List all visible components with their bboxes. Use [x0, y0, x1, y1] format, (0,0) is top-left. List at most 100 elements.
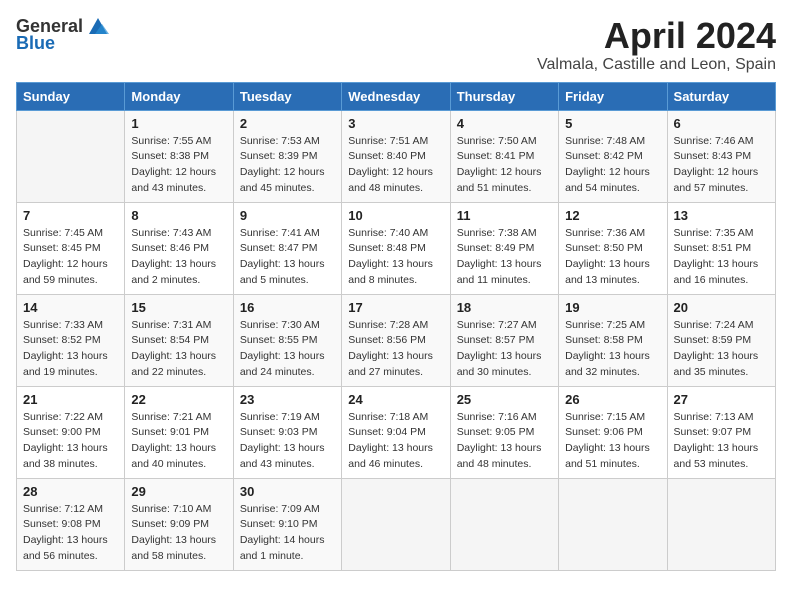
calendar-cell: 8 Sunrise: 7:43 AM Sunset: 8:46 PM Daylig…	[125, 202, 233, 294]
day-number: 15	[131, 300, 226, 315]
weekday-row: SundayMondayTuesdayWednesdayThursdayFrid…	[17, 82, 776, 110]
calendar-cell	[559, 478, 667, 570]
logo-icon	[87, 16, 109, 38]
weekday-header-monday: Monday	[125, 82, 233, 110]
calendar-cell: 23Sunrise: 7:19 AM Sunset: 9:03 PM Dayli…	[233, 386, 341, 478]
calendar-table: SundayMondayTuesdayWednesdayThursdayFrid…	[16, 82, 776, 571]
day-info: Sunrise: 7:21 AM Sunset: 9:01 PM Dayligh…	[131, 410, 226, 473]
day-number: 24	[348, 392, 443, 407]
calendar-week-row: 28 Sunrise: 7:12 AM Sunset: 9:08 PM Dayli…	[17, 478, 776, 570]
calendar-cell: 16 Sunrise: 7:30 AM Sunset: 8:55 PM Dayli…	[233, 294, 341, 386]
day-info: Sunrise: 7:16 AM Sunset: 9:05 PM Dayligh…	[457, 410, 552, 473]
day-info: Sunrise: 7:33 AM Sunset: 8:52 PM Dayligh…	[23, 318, 118, 381]
day-info: Sunrise: 7:18 AM Sunset: 9:04 PM Dayligh…	[348, 410, 443, 473]
day-number: 3	[348, 116, 443, 131]
calendar-title: April 2024	[537, 16, 776, 56]
day-info: Sunrise: 7:38 AM Sunset: 8:49 PM Dayligh…	[457, 226, 552, 289]
day-number: 27	[674, 392, 769, 407]
day-number: 13	[674, 208, 769, 223]
day-info: Sunrise: 7:25 AM Sunset: 8:58 PM Dayligh…	[565, 318, 660, 381]
day-number: 29	[131, 484, 226, 499]
calendar-cell: 20 Sunrise: 7:24 AM Sunset: 8:59 PM Dayli…	[667, 294, 775, 386]
calendar-subtitle: Valmala, Castille and Leon, Spain	[537, 56, 776, 74]
calendar-cell: 11 Sunrise: 7:38 AM Sunset: 8:49 PM Dayli…	[450, 202, 558, 294]
calendar-cell: 25 Sunrise: 7:16 AM Sunset: 9:05 PM Dayli…	[450, 386, 558, 478]
calendar-cell: 30 Sunrise: 7:09 AM Sunset: 9:10 PM Dayli…	[233, 478, 341, 570]
day-number: 5	[565, 116, 660, 131]
day-info: Sunrise: 7:48 AM Sunset: 8:42 PM Dayligh…	[565, 134, 660, 197]
day-info: Sunrise: 7:19 AM Sunset: 9:03 PM Dayligh…	[240, 410, 335, 473]
day-info: Sunrise: 7:31 AM Sunset: 8:54 PM Dayligh…	[131, 318, 226, 381]
day-number: 17	[348, 300, 443, 315]
day-number: 10	[348, 208, 443, 223]
day-info: Sunrise: 7:30 AM Sunset: 8:55 PM Dayligh…	[240, 318, 335, 381]
calendar-week-row: 14 Sunrise: 7:33 AM Sunset: 8:52 PM Dayli…	[17, 294, 776, 386]
calendar-body: 1Sunrise: 7:55 AM Sunset: 8:38 PM Daylig…	[17, 110, 776, 570]
day-info: Sunrise: 7:50 AM Sunset: 8:41 PM Dayligh…	[457, 134, 552, 197]
day-number: 18	[457, 300, 552, 315]
weekday-header-friday: Friday	[559, 82, 667, 110]
day-info: Sunrise: 7:40 AM Sunset: 8:48 PM Dayligh…	[348, 226, 443, 289]
day-number: 22	[131, 392, 226, 407]
calendar-cell: 22 Sunrise: 7:21 AM Sunset: 9:01 PM Dayli…	[125, 386, 233, 478]
day-info: Sunrise: 7:43 AM Sunset: 8:46 PM Dayligh…	[131, 226, 226, 289]
day-number: 12	[565, 208, 660, 223]
calendar-cell: 17Sunrise: 7:28 AM Sunset: 8:56 PM Dayli…	[342, 294, 450, 386]
day-number: 30	[240, 484, 335, 499]
calendar-cell	[17, 110, 125, 202]
day-info: Sunrise: 7:53 AM Sunset: 8:39 PM Dayligh…	[240, 134, 335, 197]
calendar-cell: 28 Sunrise: 7:12 AM Sunset: 9:08 PM Dayli…	[17, 478, 125, 570]
calendar-cell: 29Sunrise: 7:10 AM Sunset: 9:09 PM Dayli…	[125, 478, 233, 570]
day-number: 11	[457, 208, 552, 223]
day-number: 7	[23, 208, 118, 223]
day-info: Sunrise: 7:13 AM Sunset: 9:07 PM Dayligh…	[674, 410, 769, 473]
calendar-cell: 19 Sunrise: 7:25 AM Sunset: 8:58 PM Dayli…	[559, 294, 667, 386]
day-number: 25	[457, 392, 552, 407]
weekday-header-tuesday: Tuesday	[233, 82, 341, 110]
logo: General Blue	[16, 16, 109, 54]
calendar-week-row: 1Sunrise: 7:55 AM Sunset: 8:38 PM Daylig…	[17, 110, 776, 202]
header: General Blue April 2024 Valmala, Castill…	[16, 16, 776, 74]
day-info: Sunrise: 7:24 AM Sunset: 8:59 PM Dayligh…	[674, 318, 769, 381]
day-info: Sunrise: 7:22 AM Sunset: 9:00 PM Dayligh…	[23, 410, 118, 473]
calendar-header: SundayMondayTuesdayWednesdayThursdayFrid…	[17, 82, 776, 110]
weekday-header-sunday: Sunday	[17, 82, 125, 110]
calendar-cell: 21Sunrise: 7:22 AM Sunset: 9:00 PM Dayli…	[17, 386, 125, 478]
calendar-cell: 26Sunrise: 7:15 AM Sunset: 9:06 PM Dayli…	[559, 386, 667, 478]
calendar-cell: 1Sunrise: 7:55 AM Sunset: 8:38 PM Daylig…	[125, 110, 233, 202]
calendar-week-row: 7 Sunrise: 7:45 AM Sunset: 8:45 PM Daylig…	[17, 202, 776, 294]
day-number: 8	[131, 208, 226, 223]
calendar-cell: 24 Sunrise: 7:18 AM Sunset: 9:04 PM Dayli…	[342, 386, 450, 478]
day-info: Sunrise: 7:46 AM Sunset: 8:43 PM Dayligh…	[674, 134, 769, 197]
weekday-header-wednesday: Wednesday	[342, 82, 450, 110]
calendar-cell: 4 Sunrise: 7:50 AM Sunset: 8:41 PM Daylig…	[450, 110, 558, 202]
calendar-cell: 12 Sunrise: 7:36 AM Sunset: 8:50 PM Dayli…	[559, 202, 667, 294]
day-number: 19	[565, 300, 660, 315]
calendar-cell: 27 Sunrise: 7:13 AM Sunset: 9:07 PM Dayli…	[667, 386, 775, 478]
day-info: Sunrise: 7:41 AM Sunset: 8:47 PM Dayligh…	[240, 226, 335, 289]
day-number: 28	[23, 484, 118, 499]
calendar-cell	[450, 478, 558, 570]
day-info: Sunrise: 7:35 AM Sunset: 8:51 PM Dayligh…	[674, 226, 769, 289]
day-info: Sunrise: 7:36 AM Sunset: 8:50 PM Dayligh…	[565, 226, 660, 289]
day-number: 26	[565, 392, 660, 407]
calendar-cell: 13 Sunrise: 7:35 AM Sunset: 8:51 PM Dayli…	[667, 202, 775, 294]
calendar-cell: 18Sunrise: 7:27 AM Sunset: 8:57 PM Dayli…	[450, 294, 558, 386]
day-info: Sunrise: 7:45 AM Sunset: 8:45 PM Dayligh…	[23, 226, 118, 289]
weekday-header-saturday: Saturday	[667, 82, 775, 110]
day-number: 16	[240, 300, 335, 315]
day-info: Sunrise: 7:12 AM Sunset: 9:08 PM Dayligh…	[23, 502, 118, 565]
calendar-cell	[342, 478, 450, 570]
day-number: 4	[457, 116, 552, 131]
calendar-cell: 15 Sunrise: 7:31 AM Sunset: 8:54 PM Dayli…	[125, 294, 233, 386]
day-info: Sunrise: 7:55 AM Sunset: 8:38 PM Dayligh…	[131, 134, 226, 197]
day-number: 9	[240, 208, 335, 223]
calendar-cell: 14 Sunrise: 7:33 AM Sunset: 8:52 PM Dayli…	[17, 294, 125, 386]
calendar-week-row: 21Sunrise: 7:22 AM Sunset: 9:00 PM Dayli…	[17, 386, 776, 478]
calendar-cell: 5 Sunrise: 7:48 AM Sunset: 8:42 PM Daylig…	[559, 110, 667, 202]
calendar-cell: 9 Sunrise: 7:41 AM Sunset: 8:47 PM Daylig…	[233, 202, 341, 294]
day-number: 14	[23, 300, 118, 315]
calendar-cell: 2Sunrise: 7:53 AM Sunset: 8:39 PM Daylig…	[233, 110, 341, 202]
day-number: 20	[674, 300, 769, 315]
day-info: Sunrise: 7:09 AM Sunset: 9:10 PM Dayligh…	[240, 502, 335, 565]
